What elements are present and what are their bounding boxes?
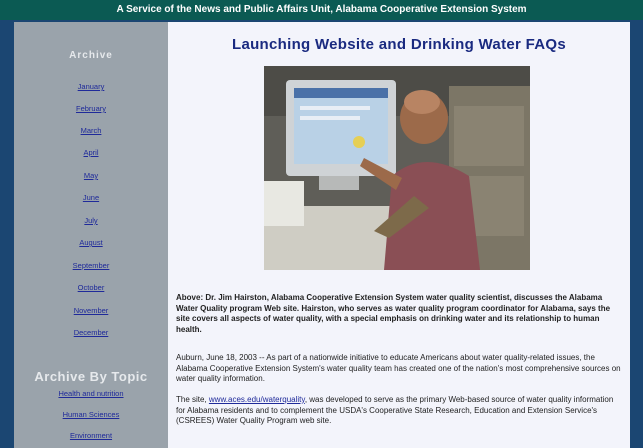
article-intro-paragraph: Auburn, June 18, 2003 -- As part of a na… xyxy=(176,353,621,383)
article-photo xyxy=(264,66,530,270)
sidebar-link-june[interactable]: June xyxy=(14,193,168,202)
sidebar-link-september[interactable]: September xyxy=(14,261,168,270)
sidebar-link-human-sciences[interactable]: Human Sciences xyxy=(14,410,168,419)
sidebar-link-january[interactable]: January xyxy=(14,82,168,91)
sidebar-link-march[interactable]: March xyxy=(14,126,168,135)
sidebar-link-april[interactable]: April xyxy=(14,148,168,157)
site-banner: A Service of the News and Public Affairs… xyxy=(0,0,643,20)
sidebar-link-august[interactable]: August xyxy=(14,238,168,247)
sidebar-link-november[interactable]: November xyxy=(14,306,168,315)
archive-topic-heading: Archive By Topic xyxy=(34,369,148,384)
sidebar-link-july[interactable]: July xyxy=(14,216,168,225)
photo-caption: Above: Dr. Jim Hairston, Alabama Coopera… xyxy=(176,293,611,334)
photo-illustration xyxy=(264,66,530,270)
main-content: Launching Website and Drinking Water FAQ… xyxy=(168,22,630,448)
sidebar-link-february[interactable]: February xyxy=(14,104,168,113)
archive-months-heading: Archive xyxy=(69,50,113,61)
sidebar: Archive January February March April May… xyxy=(14,22,168,448)
page-frame: A Service of the News and Public Affairs… xyxy=(0,0,643,448)
site-paragraph-prefix: The site, xyxy=(176,395,209,404)
sidebar-link-december[interactable]: December xyxy=(14,328,168,337)
article-site-paragraph: The site, www.aces.edu/waterquality, was… xyxy=(176,395,624,427)
water-quality-site-link[interactable]: www.aces.edu/waterquality xyxy=(209,395,305,404)
sidebar-link-environment[interactable]: Environment xyxy=(14,431,168,440)
sidebar-link-may[interactable]: May xyxy=(14,171,168,180)
sidebar-link-health-nutrition[interactable]: Health and nutrition xyxy=(14,389,168,398)
page-title: Launching Website and Drinking Water FAQ… xyxy=(231,36,566,53)
sidebar-link-october[interactable]: October xyxy=(14,283,168,292)
